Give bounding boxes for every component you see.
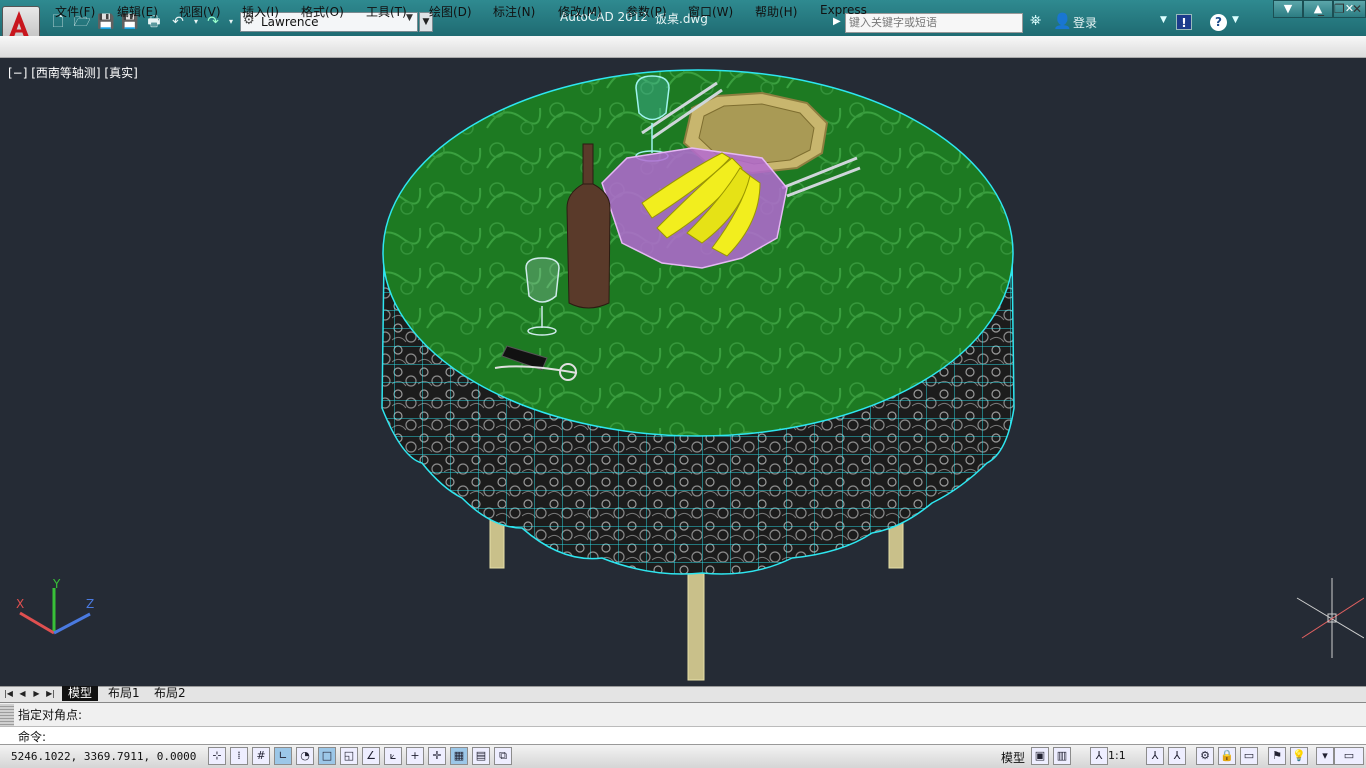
workspace-switching-icon[interactable]: ⚙	[1196, 747, 1214, 765]
transparency-button[interactable]: ▦	[450, 747, 468, 765]
chevron-down-icon[interactable]: ▼	[406, 13, 413, 23]
ucs-x-label: X	[16, 597, 24, 611]
menu-bar	[0, 36, 1366, 58]
lineweight-button[interactable]: ✛	[428, 747, 446, 765]
chevron-down-icon[interactable]: ▼	[1232, 15, 1239, 25]
quick-view-drawings-button[interactable]: ▥	[1053, 747, 1071, 765]
menu-edit[interactable]: 编辑(E)	[117, 3, 158, 20]
object-snap-tracking-button[interactable]: ∠	[362, 747, 380, 765]
save-icon[interactable]: 💾	[97, 13, 115, 31]
minimize-button[interactable]: ▼	[1273, 0, 1303, 18]
menu-file[interactable]: 文件(F)	[55, 3, 95, 20]
object-snap-button[interactable]: □	[318, 747, 336, 765]
menu-tools[interactable]: 工具(T)	[366, 3, 407, 20]
menu-modify[interactable]: 修改(M)	[558, 3, 602, 20]
isolate-objects-icon[interactable]: 💡	[1290, 747, 1308, 765]
menu-help[interactable]: 帮助(H)	[755, 3, 797, 20]
table-3d-model: Y X Z	[16, 69, 1365, 681]
tab-last-icon[interactable]: ▶|	[45, 686, 56, 701]
grid-display-button[interactable]: #	[252, 747, 270, 765]
dynamic-input-button[interactable]: +	[406, 747, 424, 765]
quick-view-layouts-button[interactable]: ▣	[1031, 747, 1049, 765]
menu-view[interactable]: 视图(V)	[179, 3, 221, 20]
tab-layout1[interactable]: 布局1	[102, 686, 146, 701]
document-minimize-button[interactable]: _	[1318, 2, 1324, 16]
dynamic-ucs-button[interactable]: ⟀	[384, 747, 402, 765]
tray-settings-icon[interactable]: ⚑	[1268, 747, 1286, 765]
tab-layout2[interactable]: 布局2	[148, 686, 192, 701]
command-prompt: 命令:	[18, 730, 47, 744]
redo-dropdown-icon[interactable]: ▾	[222, 13, 240, 31]
tab-first-icon[interactable]: |◀	[3, 686, 14, 701]
status-bar-menu-button[interactable]: ▾	[1316, 747, 1334, 765]
binoculars-icon[interactable]: ⛯	[1030, 13, 1041, 29]
command-history: 指定对角点:	[18, 708, 83, 722]
chevron-down-icon[interactable]: ▼	[1160, 15, 1167, 25]
ucs-icon: Y X Z	[16, 577, 94, 635]
menu-format[interactable]: 格式(O)	[301, 3, 344, 20]
layout-tab-bar	[0, 686, 1366, 702]
ortho-mode-button[interactable]: ∟	[274, 747, 292, 765]
selection-cycling-button[interactable]: ⧉	[494, 747, 512, 765]
coordinates-readout[interactable]: 5246.1022, 3369.7911, 0.0000	[11, 750, 196, 763]
user-icon[interactable]: 👤	[1053, 12, 1072, 30]
document-close-button[interactable]: ✕	[1352, 2, 1362, 16]
menu-insert[interactable]: 插入(I)	[242, 3, 279, 20]
table-leg	[687, 557, 705, 681]
ucs-y-label: Y	[52, 577, 61, 591]
viewport-controls-label[interactable]: [−] [西南等轴测] [真实]	[8, 64, 138, 81]
annotation-visibility-button[interactable]: ⅄	[1146, 747, 1164, 765]
menu-parametric[interactable]: 参数(P)	[626, 3, 667, 20]
login-button[interactable]: 登录	[1073, 14, 1097, 31]
document-restore-button[interactable]: ❐	[1334, 2, 1345, 16]
exchange-icon[interactable]: !	[1176, 14, 1192, 30]
crosshair-cursor	[1296, 578, 1365, 658]
menu-express[interactable]: Express	[820, 3, 867, 17]
autocad-logo-icon	[9, 11, 29, 37]
quick-properties-button[interactable]: ▤	[472, 747, 490, 765]
menu-window[interactable]: 窗口(W)	[688, 3, 733, 20]
tab-prev-icon[interactable]: ◀	[17, 686, 28, 701]
tab-model[interactable]: 模型	[62, 686, 99, 701]
command-input[interactable]	[0, 726, 1366, 744]
model-space-label[interactable]: 模型	[1001, 749, 1025, 766]
infer-constraints-button[interactable]: ⊹	[208, 747, 226, 765]
snap-mode-button[interactable]: ⁞	[230, 747, 248, 765]
annotation-scale-label[interactable]: 1:1	[1108, 749, 1126, 762]
polar-tracking-button[interactable]: ◔	[296, 747, 314, 765]
annotation-scale-icon[interactable]: ⅄	[1090, 747, 1108, 765]
drawing-viewport[interactable]: Y X Z	[2, 58, 1365, 686]
tab-next-icon[interactable]: ▶	[31, 686, 42, 701]
menu-draw[interactable]: 绘图(D)	[429, 3, 472, 20]
lock-icon[interactable]: 🔒	[1218, 747, 1236, 765]
ucs-z-label: Z	[86, 597, 94, 611]
menu-dimension[interactable]: 标注(N)	[493, 3, 535, 20]
3d-object-snap-button[interactable]: ◱	[340, 747, 358, 765]
auto-scale-button[interactable]: ⅄	[1168, 747, 1186, 765]
clean-screen-button[interactable]: ▭	[1334, 747, 1364, 765]
hardware-acceleration-icon[interactable]: ▭	[1240, 747, 1258, 765]
search-input[interactable]: 键入关键字或短语	[845, 13, 1023, 33]
help-icon[interactable]: ?	[1210, 14, 1227, 31]
